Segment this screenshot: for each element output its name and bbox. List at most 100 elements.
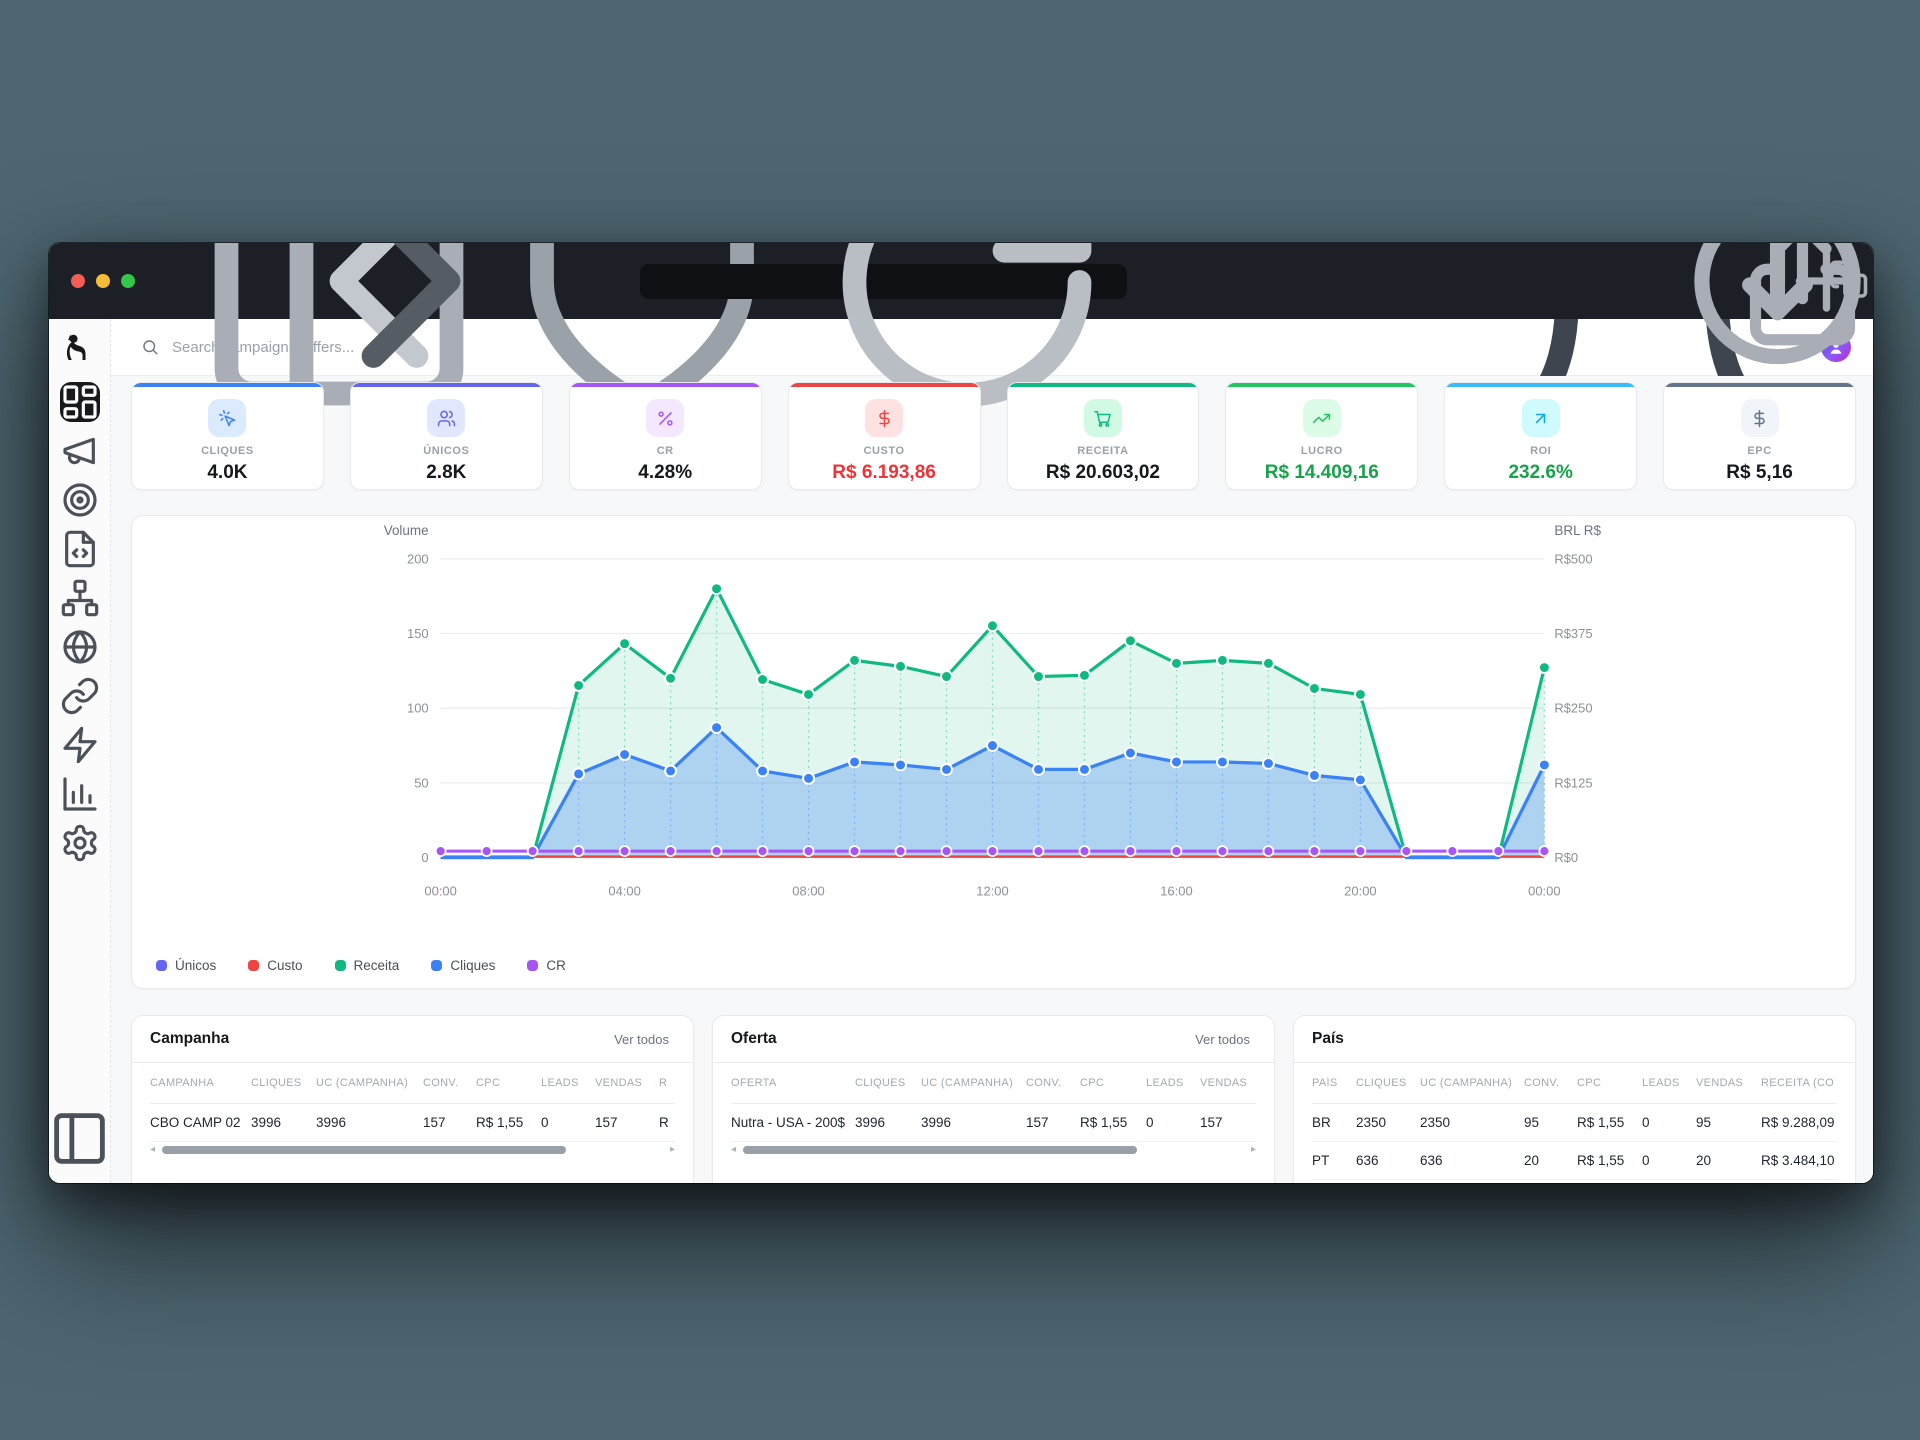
kpi-label: RECEITA xyxy=(1008,445,1199,457)
svg-text:R$0: R$0 xyxy=(1554,850,1578,865)
table-scrollbar: ◂ ▸ xyxy=(713,1142,1274,1155)
scrollbar-thumb[interactable] xyxy=(743,1146,1137,1154)
traffic-chart: 200150100500R$500R$375R$250R$125R$0Volum… xyxy=(132,516,1855,988)
legend-item-receita[interactable]: Receita xyxy=(335,958,400,973)
sidebar-item-dashboard[interactable] xyxy=(60,382,100,422)
legend-item-cliques[interactable]: Cliques xyxy=(431,958,495,973)
kpi-label: ROI xyxy=(1445,445,1636,457)
sidebar-item-settings[interactable] xyxy=(60,823,100,863)
sidebar-item-links[interactable] xyxy=(60,676,100,716)
kpi-icon-chip xyxy=(208,399,246,437)
arrow-up-right-icon xyxy=(1531,409,1550,428)
svg-text:04:00: 04:00 xyxy=(608,883,640,898)
kpi-icon-chip xyxy=(427,399,465,437)
traffic-chart-panel: 200150100500R$500R$375R$250R$125R$0Volum… xyxy=(131,515,1856,989)
panel-left-icon xyxy=(49,1108,110,1169)
main-area: CLIQUES 4.0K ÚNICOS 2.8K CR 4.28% CUSTO … xyxy=(111,319,1873,1183)
svg-text:BRL R$: BRL R$ xyxy=(1554,523,1601,538)
sidebar-item-pages[interactable] xyxy=(60,529,100,569)
megaphone-icon xyxy=(60,431,100,471)
panel-title: Oferta xyxy=(731,1030,777,1048)
kpi-label: CR xyxy=(570,445,761,457)
sidebar-item-offers[interactable] xyxy=(60,480,100,520)
sidebar-item-campaigns[interactable] xyxy=(60,431,100,471)
legend-item-custo[interactable]: Custo xyxy=(248,958,302,973)
bar-chart-icon xyxy=(60,774,100,814)
svg-text:08:00: 08:00 xyxy=(792,883,824,898)
legend-color-dot xyxy=(156,960,167,971)
dollar-icon xyxy=(875,409,894,428)
svg-text:200: 200 xyxy=(407,551,429,566)
kpi-label: LUCRO xyxy=(1226,445,1417,457)
kpi-value: 4.0K xyxy=(132,462,323,484)
kpi-card-epc: EPC R$ 5,16 xyxy=(1663,382,1856,490)
legend-color-dot xyxy=(431,960,442,971)
kpi-label: EPC xyxy=(1664,445,1855,457)
kpi-card-cr: CR 4.28% xyxy=(569,382,762,490)
dog-logo[interactable] xyxy=(64,332,96,364)
svg-text:R$375: R$375 xyxy=(1554,626,1592,641)
scrollbar-thumb[interactable] xyxy=(162,1146,566,1154)
kpi-accent-bar xyxy=(1008,383,1199,387)
view-all-link[interactable]: Ver todos xyxy=(614,1032,675,1047)
kpi-card-receita: RECEITA R$ 20.603,02 xyxy=(1007,382,1200,490)
kpi-label: CLIQUES xyxy=(132,445,323,457)
sidebar-item-integrations[interactable] xyxy=(60,725,100,765)
target-icon xyxy=(60,480,100,520)
legend-color-dot xyxy=(335,960,346,971)
table-scrollbar: ◂ ▸ xyxy=(132,1142,693,1155)
network-icon xyxy=(60,578,100,618)
kpi-value: R$ 6.193,86 xyxy=(789,462,980,484)
app-sidebar xyxy=(49,319,111,1183)
kpi-card-roi: ROI 232.6% xyxy=(1444,382,1637,490)
kpi-accent-bar xyxy=(1226,383,1417,387)
kpi-card-custo: CUSTO R$ 6.193,86 xyxy=(788,382,981,490)
app-frame: CLIQUES 4.0K ÚNICOS 2.8K CR 4.28% CUSTO … xyxy=(49,319,1873,1183)
svg-text:100: 100 xyxy=(407,701,429,716)
minimize-window-button[interactable] xyxy=(96,274,110,288)
dashboard-content: CLIQUES 4.0K ÚNICOS 2.8K CR 4.28% CUSTO … xyxy=(111,376,1873,1183)
kpi-value: R$ 20.603,02 xyxy=(1008,462,1199,484)
scroll-left-arrow[interactable]: ◂ xyxy=(150,1145,155,1155)
zoom-window-button[interactable] xyxy=(121,274,135,288)
sidebar-item-flows[interactable] xyxy=(60,578,100,618)
traffic-lights xyxy=(71,274,135,288)
kpi-value: 4.28% xyxy=(570,462,761,484)
panel-table: CAMPANHACLIQUESUC (CAMPANHA)CONV.CPCLEAD… xyxy=(132,1063,693,1142)
legend-item-únicos[interactable]: Únicos xyxy=(156,958,216,973)
kpi-card-lucro: LUCRO R$ 14.409,16 xyxy=(1225,382,1418,490)
trending-up-icon xyxy=(1312,409,1331,428)
address-bar[interactable] xyxy=(640,264,1127,299)
sidebar-collapse-button[interactable] xyxy=(49,1108,110,1169)
kpi-value: 232.6% xyxy=(1445,462,1636,484)
svg-text:150: 150 xyxy=(407,626,429,641)
kpi-label: CUSTO xyxy=(789,445,980,457)
sidebar-item-reports[interactable] xyxy=(60,774,100,814)
zap-icon xyxy=(60,725,100,765)
settings-icon xyxy=(60,823,100,863)
panel-table: OFERTACLIQUESUC (CAMPANHA)CONV.CPCLEADSV… xyxy=(713,1063,1274,1142)
legend-color-dot xyxy=(527,960,538,971)
kpi-label: ÚNICOS xyxy=(351,445,542,457)
scroll-right-arrow[interactable]: ▸ xyxy=(1251,1145,1256,1155)
svg-text:0: 0 xyxy=(421,850,428,865)
legend-item-cr[interactable]: CR xyxy=(527,958,566,973)
view-all-link[interactable]: Ver todos xyxy=(1195,1032,1256,1047)
kpi-icon-chip xyxy=(1522,399,1560,437)
svg-text:R$500: R$500 xyxy=(1554,551,1592,566)
kpi-icon-chip xyxy=(1084,399,1122,437)
kpi-card-cliques: CLIQUES 4.0K xyxy=(131,382,324,490)
scroll-left-arrow[interactable]: ◂ xyxy=(731,1145,736,1155)
kpi-accent-bar xyxy=(1664,383,1855,387)
dollar-icon xyxy=(1750,409,1769,428)
breakdown-panels: Campanha Ver todos CAMPANHACLIQUESUC (CA… xyxy=(131,1015,1856,1183)
close-window-button[interactable] xyxy=(71,274,85,288)
scroll-right-arrow[interactable]: ▸ xyxy=(670,1145,675,1155)
kpi-accent-bar xyxy=(1445,383,1636,387)
tab-overview-icon[interactable] xyxy=(1828,259,1873,304)
sidebar-item-domains[interactable] xyxy=(60,627,100,667)
panel-oferta: Oferta Ver todos OFERTACLIQUESUC (CAMPAN… xyxy=(712,1015,1275,1183)
svg-text:R$250: R$250 xyxy=(1554,701,1592,716)
kpi-value: R$ 14.409,16 xyxy=(1226,462,1417,484)
layout-grid-icon xyxy=(60,382,100,422)
